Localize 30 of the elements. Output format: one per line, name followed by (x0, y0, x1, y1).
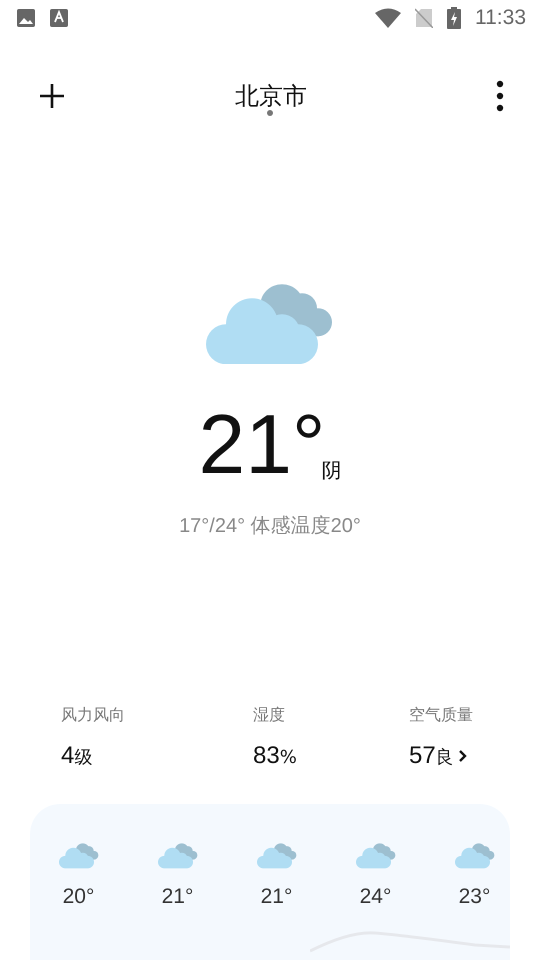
image-icon (16, 8, 36, 28)
cloud-icon (256, 842, 296, 869)
add-button[interactable] (38, 82, 66, 110)
more-menu-button[interactable] (496, 80, 504, 112)
cloud-icon (58, 842, 98, 869)
chevron-right-icon[interactable] (458, 749, 468, 764)
stat-label: 风力风向 (61, 705, 126, 726)
battery-charging-icon (447, 7, 461, 29)
stat-label: 湿度 (253, 705, 286, 726)
stat-value: 83 (253, 742, 280, 770)
hourly-temperature: 23° (458, 884, 490, 909)
text-icon (50, 8, 68, 28)
status-time: 11:33 (475, 6, 526, 30)
city-title: 北京市 (235, 81, 307, 112)
cloud-icon (356, 842, 396, 869)
no-sim-icon (415, 8, 433, 28)
wifi-icon (375, 8, 401, 28)
hourly-temperature: 20° (62, 884, 94, 909)
hourly-temperature: 21° (260, 884, 292, 909)
stat-label: 空气质量 (409, 705, 474, 726)
stat-unit: % (280, 747, 297, 768)
stat-unit: 良 (436, 746, 454, 770)
temperature-range: 17°/24° 体感温度20° (178, 514, 362, 540)
cloud-icon (454, 842, 494, 869)
stat-value: 4 (61, 742, 74, 770)
stat-value: 57 (409, 742, 436, 770)
hourly-temperature: 24° (360, 884, 392, 909)
cloud-icon (158, 842, 198, 869)
stat-unit: 级 (74, 746, 92, 770)
hourly-temperature: 21° (162, 884, 194, 909)
